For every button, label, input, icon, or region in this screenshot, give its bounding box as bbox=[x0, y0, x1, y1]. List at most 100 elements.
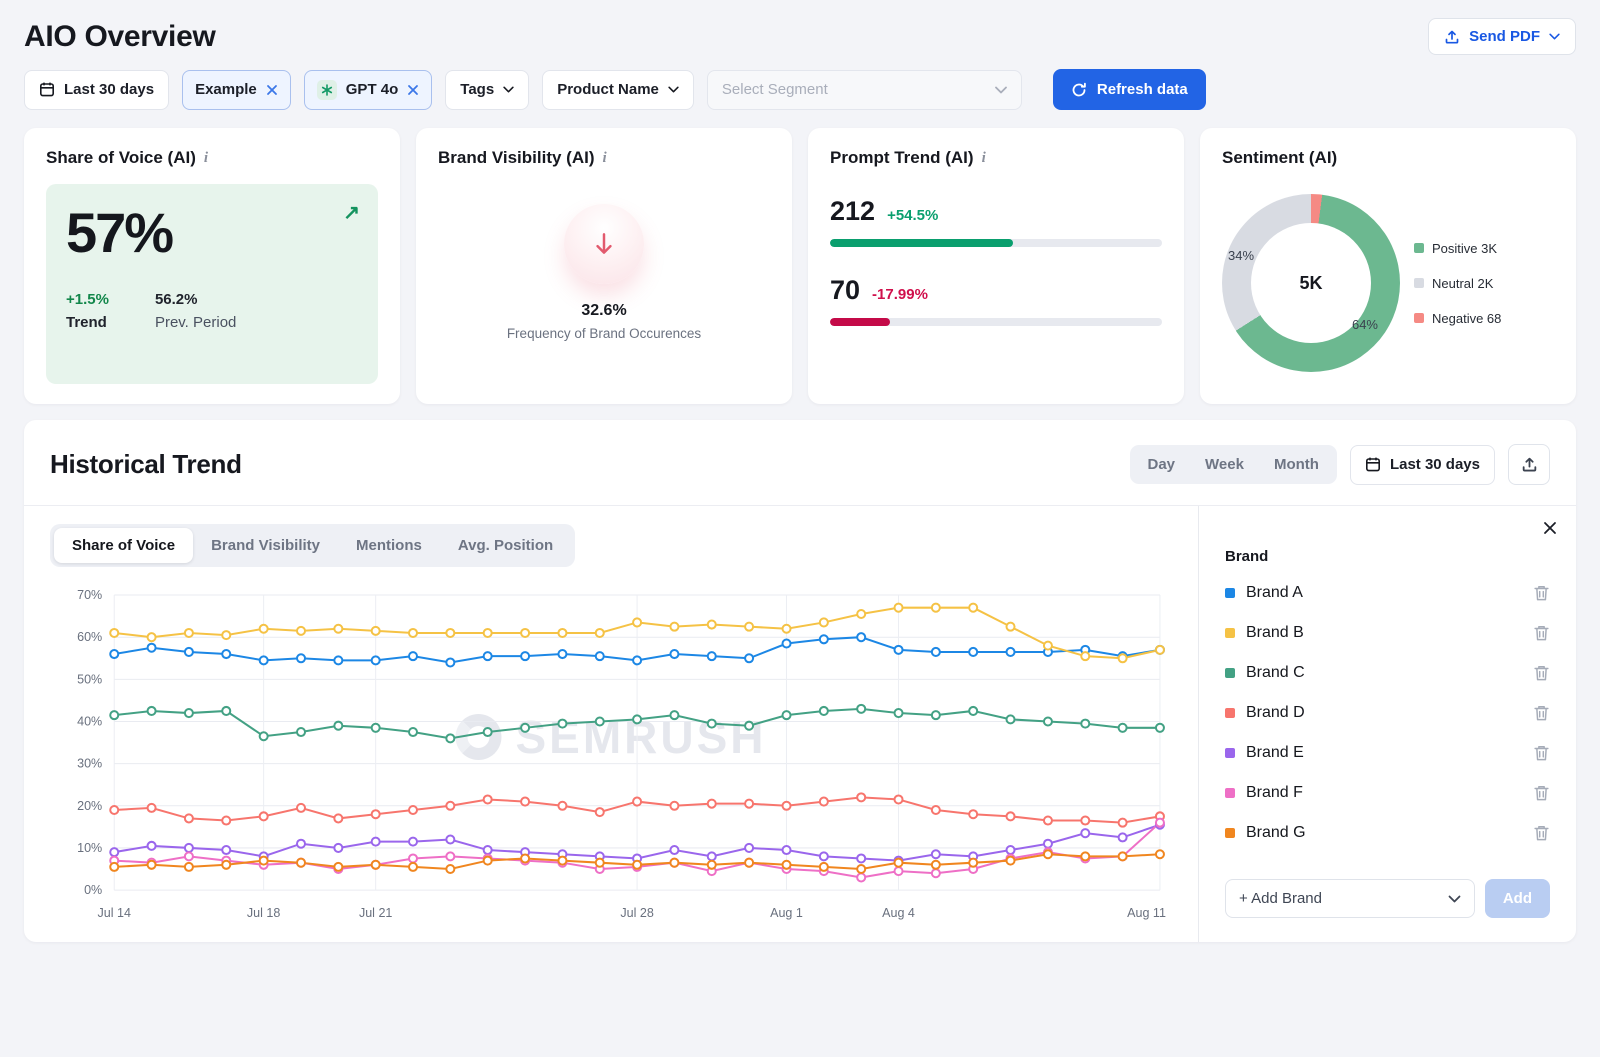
legend-color-dot bbox=[1414, 313, 1424, 323]
chart-tabs: Share of Voice Brand Visibility Mentions… bbox=[50, 524, 575, 567]
filter-bar: Last 30 days Example GPT 4o Tags Product bbox=[24, 69, 1576, 110]
remove-chip-icon[interactable] bbox=[407, 84, 419, 96]
add-brand-button[interactable]: Add bbox=[1485, 879, 1550, 918]
topbar: AIO Overview Send PDF bbox=[24, 10, 1576, 69]
product-name-dropdown[interactable]: Product Name bbox=[542, 70, 694, 110]
legend-item: Neutral 2K bbox=[1414, 276, 1501, 291]
filter-chip-example[interactable]: Example bbox=[182, 70, 291, 110]
brand-name: Brand B bbox=[1246, 624, 1304, 642]
card-title: Sentiment (AI) bbox=[1222, 148, 1337, 168]
svg-text:Aug 4: Aug 4 bbox=[882, 906, 915, 920]
openai-icon bbox=[317, 80, 337, 100]
brand-panel: Brand Brand ABrand BBrand CBrand DBrand … bbox=[1198, 506, 1576, 942]
brand-color-dot bbox=[1225, 748, 1235, 758]
chevron-down-icon bbox=[668, 86, 679, 93]
info-icon[interactable]: i bbox=[603, 150, 607, 167]
brand-list-item: Brand B bbox=[1225, 613, 1550, 653]
trend-up-arrow-icon: ↗ bbox=[343, 200, 360, 225]
chip-label: GPT 4o bbox=[346, 81, 399, 98]
visibility-down-badge bbox=[564, 204, 644, 284]
legend-color-dot bbox=[1414, 243, 1424, 253]
hist-date-range-button[interactable]: Last 30 days bbox=[1350, 445, 1495, 485]
info-icon[interactable]: i bbox=[204, 150, 208, 167]
tab-brand-visibility[interactable]: Brand Visibility bbox=[193, 528, 338, 563]
tags-dropdown[interactable]: Tags bbox=[445, 70, 529, 110]
share-of-voice-panel: 57% ↗ +1.5% Trend 56.2% Prev. Period bbox=[46, 184, 378, 384]
upload-icon bbox=[1521, 456, 1538, 473]
brand-name: Brand G bbox=[1246, 824, 1306, 842]
delete-brand-icon[interactable] bbox=[1533, 664, 1550, 682]
tab-mentions[interactable]: Mentions bbox=[338, 528, 440, 563]
page: AIO Overview Send PDF Last 30 days Examp… bbox=[0, 0, 1600, 962]
hist-date-range-label: Last 30 days bbox=[1390, 456, 1480, 473]
date-range-button[interactable]: Last 30 days bbox=[24, 70, 169, 110]
trend-label: Trend bbox=[66, 314, 109, 331]
brand-name: Brand C bbox=[1246, 664, 1305, 682]
neutral-pct-label: 34% bbox=[1228, 248, 1254, 263]
brand-visibility-caption: Frequency of Brand Occurences bbox=[507, 326, 701, 341]
refresh-icon bbox=[1071, 82, 1087, 98]
legend-item: Positive 3K bbox=[1414, 241, 1501, 256]
delete-brand-icon[interactable] bbox=[1533, 784, 1550, 802]
chevron-down-icon bbox=[1549, 33, 1560, 40]
refresh-data-button[interactable]: Refresh data bbox=[1053, 69, 1206, 110]
chart-column: Share of Voice Brand Visibility Mentions… bbox=[24, 506, 1198, 942]
card-title: Brand Visibility (AI) bbox=[438, 148, 595, 168]
prev-period-label: Prev. Period bbox=[155, 314, 236, 331]
svg-text:0%: 0% bbox=[84, 883, 102, 897]
tab-avg-position[interactable]: Avg. Position bbox=[440, 528, 571, 563]
trend-chart-area: SEMRUSH 0%10%20%30%40%50%60%70%Jul 14Jul… bbox=[50, 583, 1172, 932]
sentiment-total: 5K bbox=[1299, 273, 1322, 294]
prompt-trend-row: 70 -17.99% bbox=[830, 275, 1162, 326]
filter-chip-gpt4o[interactable]: GPT 4o bbox=[304, 70, 433, 110]
legend-label: Positive 3K bbox=[1432, 241, 1497, 256]
prev-period-value: 56.2% bbox=[155, 291, 236, 308]
calendar-icon bbox=[39, 81, 55, 98]
brand-color-dot bbox=[1225, 708, 1235, 718]
brand-name: Brand F bbox=[1246, 784, 1303, 802]
card-title: Prompt Trend (AI) bbox=[830, 148, 974, 168]
svg-text:10%: 10% bbox=[77, 841, 102, 855]
granularity-week[interactable]: Week bbox=[1190, 448, 1259, 481]
close-panel-icon[interactable] bbox=[1542, 520, 1558, 536]
segment-placeholder: Select Segment bbox=[722, 81, 828, 98]
granularity-day[interactable]: Day bbox=[1133, 448, 1191, 481]
chevron-down-icon bbox=[1448, 895, 1461, 903]
sentiment-donut-chart: 5K 34% 64% bbox=[1222, 194, 1400, 372]
brand-list-item: Brand E bbox=[1225, 733, 1550, 773]
calendar-icon bbox=[1365, 456, 1381, 473]
add-brand-placeholder: + Add Brand bbox=[1239, 890, 1322, 907]
send-pdf-button[interactable]: Send PDF bbox=[1428, 18, 1576, 55]
svg-text:Aug 1: Aug 1 bbox=[770, 906, 803, 920]
svg-text:Jul 28: Jul 28 bbox=[620, 906, 653, 920]
segment-select[interactable]: Select Segment bbox=[707, 70, 1022, 110]
sentiment-legend: Positive 3K Neutral 2K Negative 68 bbox=[1414, 241, 1501, 326]
remove-chip-icon[interactable] bbox=[266, 84, 278, 96]
info-icon[interactable]: i bbox=[982, 150, 986, 167]
svg-text:Jul 21: Jul 21 bbox=[359, 906, 392, 920]
granularity-month[interactable]: Month bbox=[1259, 448, 1334, 481]
svg-text:20%: 20% bbox=[77, 799, 102, 813]
trend-delta: +1.5% bbox=[66, 291, 109, 308]
brand-name: Brand A bbox=[1246, 584, 1303, 602]
export-button[interactable] bbox=[1508, 444, 1550, 485]
delete-brand-icon[interactable] bbox=[1533, 584, 1550, 602]
tab-share-of-voice[interactable]: Share of Voice bbox=[54, 528, 193, 563]
legend-label: Neutral 2K bbox=[1432, 276, 1493, 291]
progress-bar bbox=[830, 318, 1162, 326]
brand-color-dot bbox=[1225, 828, 1235, 838]
add-brand-select[interactable]: + Add Brand bbox=[1225, 879, 1475, 918]
brand-list-item: Brand C bbox=[1225, 653, 1550, 693]
legend-color-dot bbox=[1414, 278, 1424, 288]
progress-bar bbox=[830, 239, 1162, 247]
chevron-down-icon bbox=[503, 86, 514, 93]
delete-brand-icon[interactable] bbox=[1533, 704, 1550, 722]
positive-pct-label: 64% bbox=[1352, 317, 1378, 332]
delete-brand-icon[interactable] bbox=[1533, 624, 1550, 642]
svg-text:30%: 30% bbox=[77, 757, 102, 771]
refresh-label: Refresh data bbox=[1097, 81, 1188, 98]
delete-brand-icon[interactable] bbox=[1533, 824, 1550, 842]
svg-text:Aug 11: Aug 11 bbox=[1127, 906, 1166, 920]
delete-brand-icon[interactable] bbox=[1533, 744, 1550, 762]
legend-item: Negative 68 bbox=[1414, 311, 1501, 326]
